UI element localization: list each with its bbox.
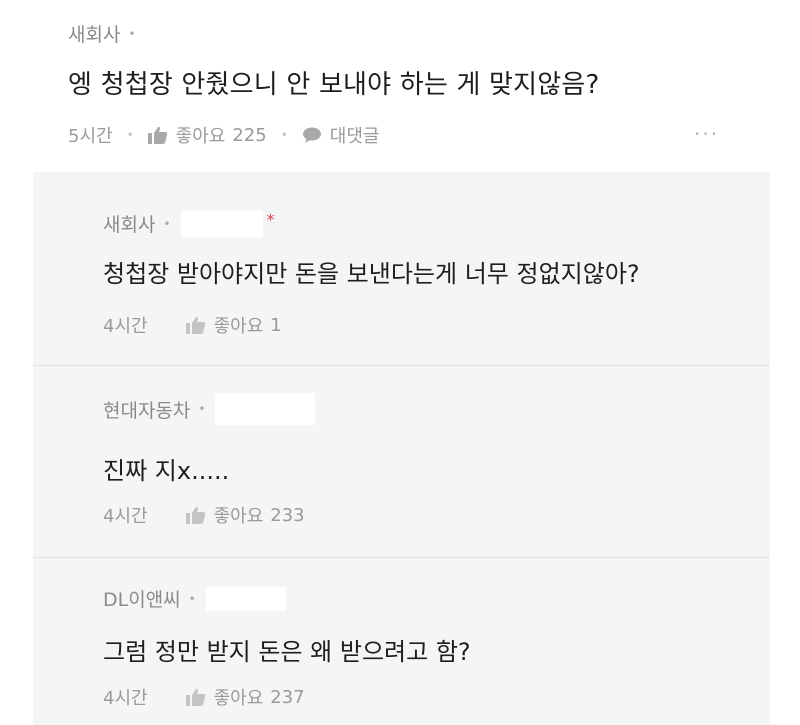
action-separator: • [280,128,288,142]
reply-actions: 4시간 좋아요 233 [103,502,305,528]
redacted-name [180,210,263,237]
thumbs-up-icon [147,126,167,144]
meta-separator-dot: • [188,591,196,606]
reply-author[interactable]: DL이앤씨 [103,585,181,612]
reply-time: 4시간 [103,506,148,527]
comment-time: 5시간 [68,126,113,147]
like-label: 좋아요 [213,688,264,709]
reply-author[interactable]: 현대자동차 [103,396,190,423]
top-comment: 새회사 • 엥 청첩장 안줬으니 안 보내야 하는 게 맞지않음? 5시간 • … [0,0,800,172]
reply-author[interactable]: 새회사 [103,210,155,237]
reply-time: 4시간 [103,688,148,709]
like-count: 1 [270,314,282,336]
reply-label: 대댓글 [329,126,380,147]
like-count: 225 [232,124,267,146]
author-badge: * [266,210,275,229]
speech-bubble-icon [302,127,321,143]
like-label: 좋아요 [213,506,264,527]
reply-item: DL이앤씨 • 그럼 정만 받지 돈은 왜 받으려고 함? 4시간 좋아요 23… [33,557,770,725]
reply-list: 새회사 • * 청첩장 받아야지만 돈을 보낸다는게 너무 정없지않아? 4시간… [33,172,770,725]
comment-author[interactable]: 새회사 [68,20,120,47]
reply-time: 4시간 [103,316,148,337]
like-button[interactable]: 좋아요 233 [185,502,305,528]
comment-text: 엥 청첩장 안줬으니 안 보내야 하는 게 맞지않음? [68,70,600,100]
like-label: 좋아요 [175,126,226,147]
reply-meta: 현대자동차 • [103,393,316,425]
thumbs-up-icon [185,506,205,524]
like-count: 237 [270,686,305,708]
reply-actions: 4시간 좋아요 237 [103,684,305,710]
reply-item: 새회사 • * 청첩장 받아야지만 돈을 보낸다는게 너무 정없지않아? 4시간… [33,172,770,365]
reply-button[interactable]: 대댓글 [302,122,380,148]
meta-separator-dot: • [198,402,206,416]
like-button[interactable]: 좋아요 225 [147,122,267,148]
meta-separator-dot: • [128,26,136,41]
comment-meta: 새회사 • [68,20,136,47]
meta-separator-dot: • [163,216,171,231]
like-label: 좋아요 [213,316,264,337]
reply-text: 청첩장 받아야지만 돈을 보낸다는게 너무 정없지않아? [103,260,640,288]
redacted-name [205,586,286,611]
reply-text: 그럼 정만 받지 돈은 왜 받으려고 함? [103,638,471,666]
redacted-name [215,393,316,425]
thumbs-up-icon [185,316,205,334]
like-button[interactable]: 좋아요 1 [185,312,282,338]
action-separator: • [126,128,134,142]
reply-text: 진짜 지x..... [103,457,230,485]
reply-actions: 4시간 좋아요 1 [103,312,282,338]
like-count: 233 [270,504,305,526]
comment-actions: 5시간 • 좋아요 225 • 대댓글 [68,122,379,148]
reply-meta: 새회사 • * [103,210,275,237]
reply-item: 현대자동차 • 진짜 지x..... 4시간 좋아요 233 [33,365,770,557]
like-button[interactable]: 좋아요 237 [185,684,305,710]
reply-meta: DL이앤씨 • [103,585,286,612]
thumbs-up-icon [185,688,205,706]
more-options-icon[interactable]: ··· [694,122,719,146]
